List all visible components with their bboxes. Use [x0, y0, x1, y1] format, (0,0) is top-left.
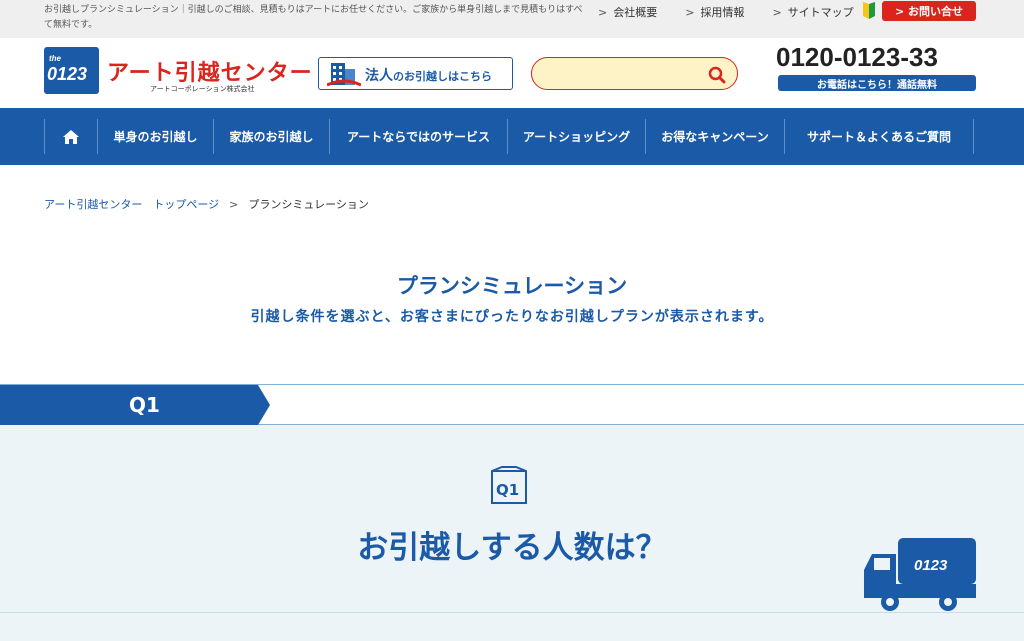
phone-note: お電話はこちら！通話無料 [778, 75, 976, 91]
box-icon: Q1 [491, 466, 527, 504]
site-description: お引越しプランシミュレーション｜引越しのご相談、見積もりはアートにお任せください… [44, 5, 583, 30]
corporate-sub-label: のお引越しはこちら [393, 70, 492, 83]
nav-campaign[interactable]: お得なキャンペーン [646, 119, 785, 154]
breadcrumb-home[interactable]: アート引越センター トップページ [44, 198, 219, 211]
search-box [531, 57, 738, 90]
page-subtitle: 引越し条件を選ぶと、お客さまにぴったりなお引越しプランが表示されます。 [250, 309, 774, 325]
building-icon [327, 63, 361, 87]
corporate-moving-button[interactable]: 法人のお引越しはこちら [318, 57, 513, 90]
sitemap-link[interactable]: > サイトマップ [772, 4, 853, 20]
question-tab-label: Q1 [129, 393, 160, 417]
question-band: Q1 [0, 384, 1024, 425]
breadcrumb-current: プランシミュレーション [248, 198, 369, 211]
top-links: > 会社概要 > 採用情報 > サイトマップ [598, 4, 882, 20]
page-title: プランシミュレーション [396, 274, 628, 298]
logo-text[interactable]: アート引越センター [107, 55, 313, 87]
svg-text:0123: 0123 [47, 64, 87, 84]
logo-subtext: アートコーポレーション株式会社 [150, 85, 255, 93]
nav-family-moving[interactable]: 家族のお引越し [214, 119, 330, 154]
truck-icon: 0123 [864, 538, 976, 611]
nav-art-services[interactable]: アートならではのサービス [330, 119, 508, 154]
svg-text:0123: 0123 [914, 557, 948, 574]
recruit-link[interactable]: > 採用情報 [685, 4, 744, 20]
nav-home[interactable] [45, 119, 98, 154]
nav-art-shopping[interactable]: アートショッピング [508, 119, 646, 154]
svg-text:the: the [49, 54, 62, 63]
home-icon [63, 129, 79, 144]
inquiry-button[interactable]: > お問い合せ [882, 1, 976, 21]
phone-number[interactable]: 0120-0123-33 [776, 42, 938, 73]
panel-bottom [0, 612, 1024, 641]
top-bar: お引越しプランシミュレーション｜引越しのご相談、見積もりはアートにお任せください… [0, 0, 1024, 38]
company-link[interactable]: > 会社概要 [598, 4, 657, 20]
corporate-label: 法人 [365, 68, 393, 84]
nav-support-faq[interactable]: サポート＆よくあるご質問 [785, 119, 974, 154]
search-input[interactable] [546, 65, 706, 83]
breadcrumb-separator: > [229, 198, 239, 211]
search-icon[interactable] [708, 66, 726, 84]
logo-badge-icon: the 0123 [44, 47, 99, 94]
logo[interactable]: the 0123 [44, 47, 99, 94]
nav-single-moving[interactable]: 単身のお引越し [98, 119, 214, 154]
box-icon-label: Q1 [496, 481, 519, 499]
main-nav: 単身のお引越し 家族のお引越し アートならではのサービス アートショッピング お… [0, 108, 1024, 165]
beginner-mark-icon[interactable] [860, 1, 878, 20]
breadcrumb: アート引越センター トップページ > プランシミュレーション [44, 196, 369, 212]
